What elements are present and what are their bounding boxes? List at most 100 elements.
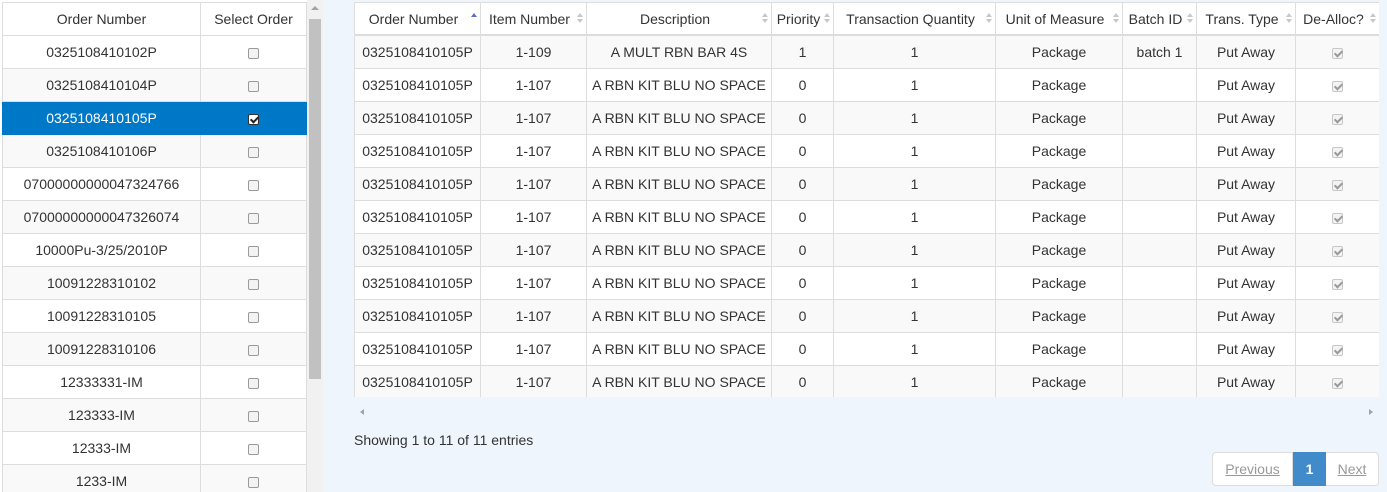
order-list-row[interactable]: 07000000000047326074 bbox=[2, 200, 307, 234]
col-header-unit-of-measure[interactable]: Unit of Measure bbox=[995, 2, 1123, 36]
details-row[interactable]: 0325108410105P 1-107 A RBN KIT BLU NO SPAC… bbox=[354, 68, 1379, 102]
transaction-quantity-cell: 1 bbox=[833, 299, 996, 333]
unit-of-measure-cell: Package bbox=[995, 101, 1123, 135]
col-header-priority[interactable]: Priority bbox=[771, 2, 834, 36]
trans-type-cell: Put Away bbox=[1196, 233, 1296, 267]
col-header-label: Transaction Quantity bbox=[846, 10, 975, 27]
order-number-cell[interactable]: 10091228310102 bbox=[2, 266, 201, 300]
order-list-row[interactable]: 10091228310106 bbox=[2, 332, 307, 366]
priority-cell: 0 bbox=[771, 365, 834, 397]
select-order-checkbox[interactable] bbox=[248, 443, 259, 455]
order-number-cell[interactable]: 07000000000047326074 bbox=[2, 200, 201, 234]
details-row[interactable]: 0325108410105P 1-107 A RBN KIT BLU NO SPAC… bbox=[354, 332, 1379, 366]
transaction-quantity-cell: 1 bbox=[833, 332, 996, 366]
col-header-label: Description bbox=[639, 10, 711, 27]
order-number-cell[interactable]: 10000Pu-3/25/2010P bbox=[2, 233, 201, 267]
order-list-vertical-scrollbar[interactable] bbox=[307, 0, 323, 492]
scroll-left-arrow-icon[interactable] bbox=[360, 409, 364, 415]
order-number-cell[interactable]: 0325108410104P bbox=[2, 68, 201, 102]
select-order-header[interactable]: Select Order bbox=[200, 2, 307, 36]
scrollbar-thumb[interactable] bbox=[309, 19, 321, 379]
scroll-right-arrow-icon[interactable] bbox=[1369, 409, 1373, 415]
transaction-quantity-cell: 1 bbox=[833, 266, 996, 300]
select-order-checkbox[interactable] bbox=[248, 113, 259, 125]
order-number-cell[interactable]: 0325108410106P bbox=[2, 134, 201, 168]
order-number-cell[interactable]: 07000000000047324766 bbox=[2, 167, 201, 201]
batch-id-cell bbox=[1122, 332, 1197, 366]
order-list-row[interactable]: 07000000000047324766 bbox=[2, 167, 307, 201]
order-list-row[interactable]: 0325108410106P bbox=[2, 134, 307, 168]
select-order-checkbox[interactable] bbox=[248, 311, 259, 323]
item-number-cell: 1-107 bbox=[480, 233, 587, 267]
select-order-checkbox[interactable] bbox=[248, 344, 259, 356]
order-list-row[interactable]: 10091228310102 bbox=[2, 266, 307, 300]
details-row[interactable]: 0325108410105P 1-109 A MULT RBN BAR 4S 1 1 Pa… bbox=[354, 34, 1379, 69]
page-1-button[interactable]: 1 bbox=[1293, 452, 1326, 486]
previous-page-button[interactable]: Previous bbox=[1212, 452, 1293, 486]
description-cell: A RBN KIT BLU NO SPACE bbox=[586, 365, 772, 397]
details-row[interactable]: 0325108410105P 1-107 A RBN KIT BLU NO SPAC… bbox=[354, 299, 1379, 333]
order-number-cell[interactable]: 10091228310105 bbox=[2, 299, 201, 333]
order-number-cell[interactable]: 10091228310106 bbox=[2, 332, 201, 366]
order-number-cell[interactable]: 12333331-IM bbox=[2, 365, 201, 399]
pagination: Previous 1 Next bbox=[1212, 452, 1379, 486]
select-order-checkbox[interactable] bbox=[248, 476, 259, 488]
order-number-cell[interactable]: 0325108410105P bbox=[2, 101, 201, 135]
order-list-row[interactable]: 12333-IM bbox=[2, 431, 307, 465]
batch-id-cell bbox=[1122, 299, 1197, 333]
select-order-checkbox[interactable] bbox=[248, 245, 259, 257]
order-list-row[interactable]: 0325108410105P bbox=[2, 101, 307, 135]
select-order-checkbox[interactable] bbox=[248, 80, 259, 92]
order-number-cell[interactable]: 1233-IM bbox=[2, 464, 201, 492]
transaction-quantity-cell: 1 bbox=[833, 233, 996, 267]
order-list-row[interactable]: 0325108410104P bbox=[2, 68, 307, 102]
select-order-checkbox[interactable] bbox=[248, 146, 259, 158]
select-order-checkbox[interactable] bbox=[248, 410, 259, 422]
details-row[interactable]: 0325108410105P 1-107 A RBN KIT BLU NO SPAC… bbox=[354, 134, 1379, 168]
de-alloc-checkbox bbox=[1332, 146, 1343, 158]
batch-id-cell bbox=[1122, 266, 1197, 300]
order-number-header[interactable]: Order Number bbox=[2, 2, 201, 36]
unit-of-measure-cell: Package bbox=[995, 332, 1123, 366]
priority-cell: 1 bbox=[771, 34, 834, 69]
trans-type-cell: Put Away bbox=[1196, 134, 1296, 168]
order-number-cell[interactable]: 123333-IM bbox=[2, 398, 201, 432]
select-order-checkbox[interactable] bbox=[248, 179, 259, 191]
col-header-batch-id[interactable]: Batch ID bbox=[1122, 2, 1197, 36]
select-order-checkbox[interactable] bbox=[248, 278, 259, 290]
col-header-trans-type[interactable]: Trans. Type bbox=[1196, 2, 1296, 36]
scroll-up-arrow-icon[interactable] bbox=[311, 6, 319, 10]
de-alloc-checkbox bbox=[1332, 47, 1343, 59]
order-number-cell[interactable]: 12333-IM bbox=[2, 431, 201, 465]
details-horizontal-scrollbar[interactable] bbox=[354, 402, 1379, 420]
select-order-cell bbox=[200, 200, 307, 234]
col-header-de-alloc[interactable]: De-Alloc? bbox=[1295, 2, 1379, 36]
details-row[interactable]: 0325108410105P 1-107 A RBN KIT BLU NO SPAC… bbox=[354, 101, 1379, 135]
de-alloc-cell bbox=[1295, 34, 1379, 69]
de-alloc-cell bbox=[1295, 68, 1379, 102]
col-header-item-number[interactable]: Item Number bbox=[480, 2, 587, 36]
col-header-transaction-quantity[interactable]: Transaction Quantity bbox=[833, 2, 996, 36]
col-header-description[interactable]: Description bbox=[586, 2, 772, 36]
order-list-row[interactable]: 10091228310105 bbox=[2, 299, 307, 333]
order-number-cell[interactable]: 0325108410102P bbox=[2, 35, 201, 69]
order-list-row[interactable]: 123333-IM bbox=[2, 398, 307, 432]
details-row[interactable]: 0325108410105P 1-107 A RBN KIT BLU NO SPAC… bbox=[354, 233, 1379, 267]
select-order-cell bbox=[200, 35, 307, 69]
details-row[interactable]: 0325108410105P 1-107 A RBN KIT BLU NO SPAC… bbox=[354, 167, 1379, 201]
order-list-row[interactable]: 12333331-IM bbox=[2, 365, 307, 399]
details-row[interactable]: 0325108410105P 1-107 A RBN KIT BLU NO SPAC… bbox=[354, 200, 1379, 234]
order-list-row[interactable]: 0325108410102P bbox=[2, 35, 307, 69]
details-row[interactable]: 0325108410105P 1-107 A RBN KIT BLU NO SPAC… bbox=[354, 266, 1379, 300]
priority-cell: 0 bbox=[771, 134, 834, 168]
select-order-checkbox[interactable] bbox=[248, 377, 259, 389]
order-list-row[interactable]: 10000Pu-3/25/2010P bbox=[2, 233, 307, 267]
select-order-checkbox[interactable] bbox=[248, 212, 259, 224]
batch-id-cell bbox=[1122, 134, 1197, 168]
select-order-checkbox[interactable] bbox=[248, 47, 259, 59]
details-row[interactable]: 0325108410105P 1-107 A RBN KIT BLU NO SPAC… bbox=[354, 365, 1379, 397]
next-page-button[interactable]: Next bbox=[1326, 452, 1379, 486]
col-header-label: Order Number bbox=[368, 10, 459, 27]
order-list-row[interactable]: 1233-IM bbox=[2, 464, 307, 492]
col-header-order-number[interactable]: Order Number bbox=[354, 2, 481, 36]
